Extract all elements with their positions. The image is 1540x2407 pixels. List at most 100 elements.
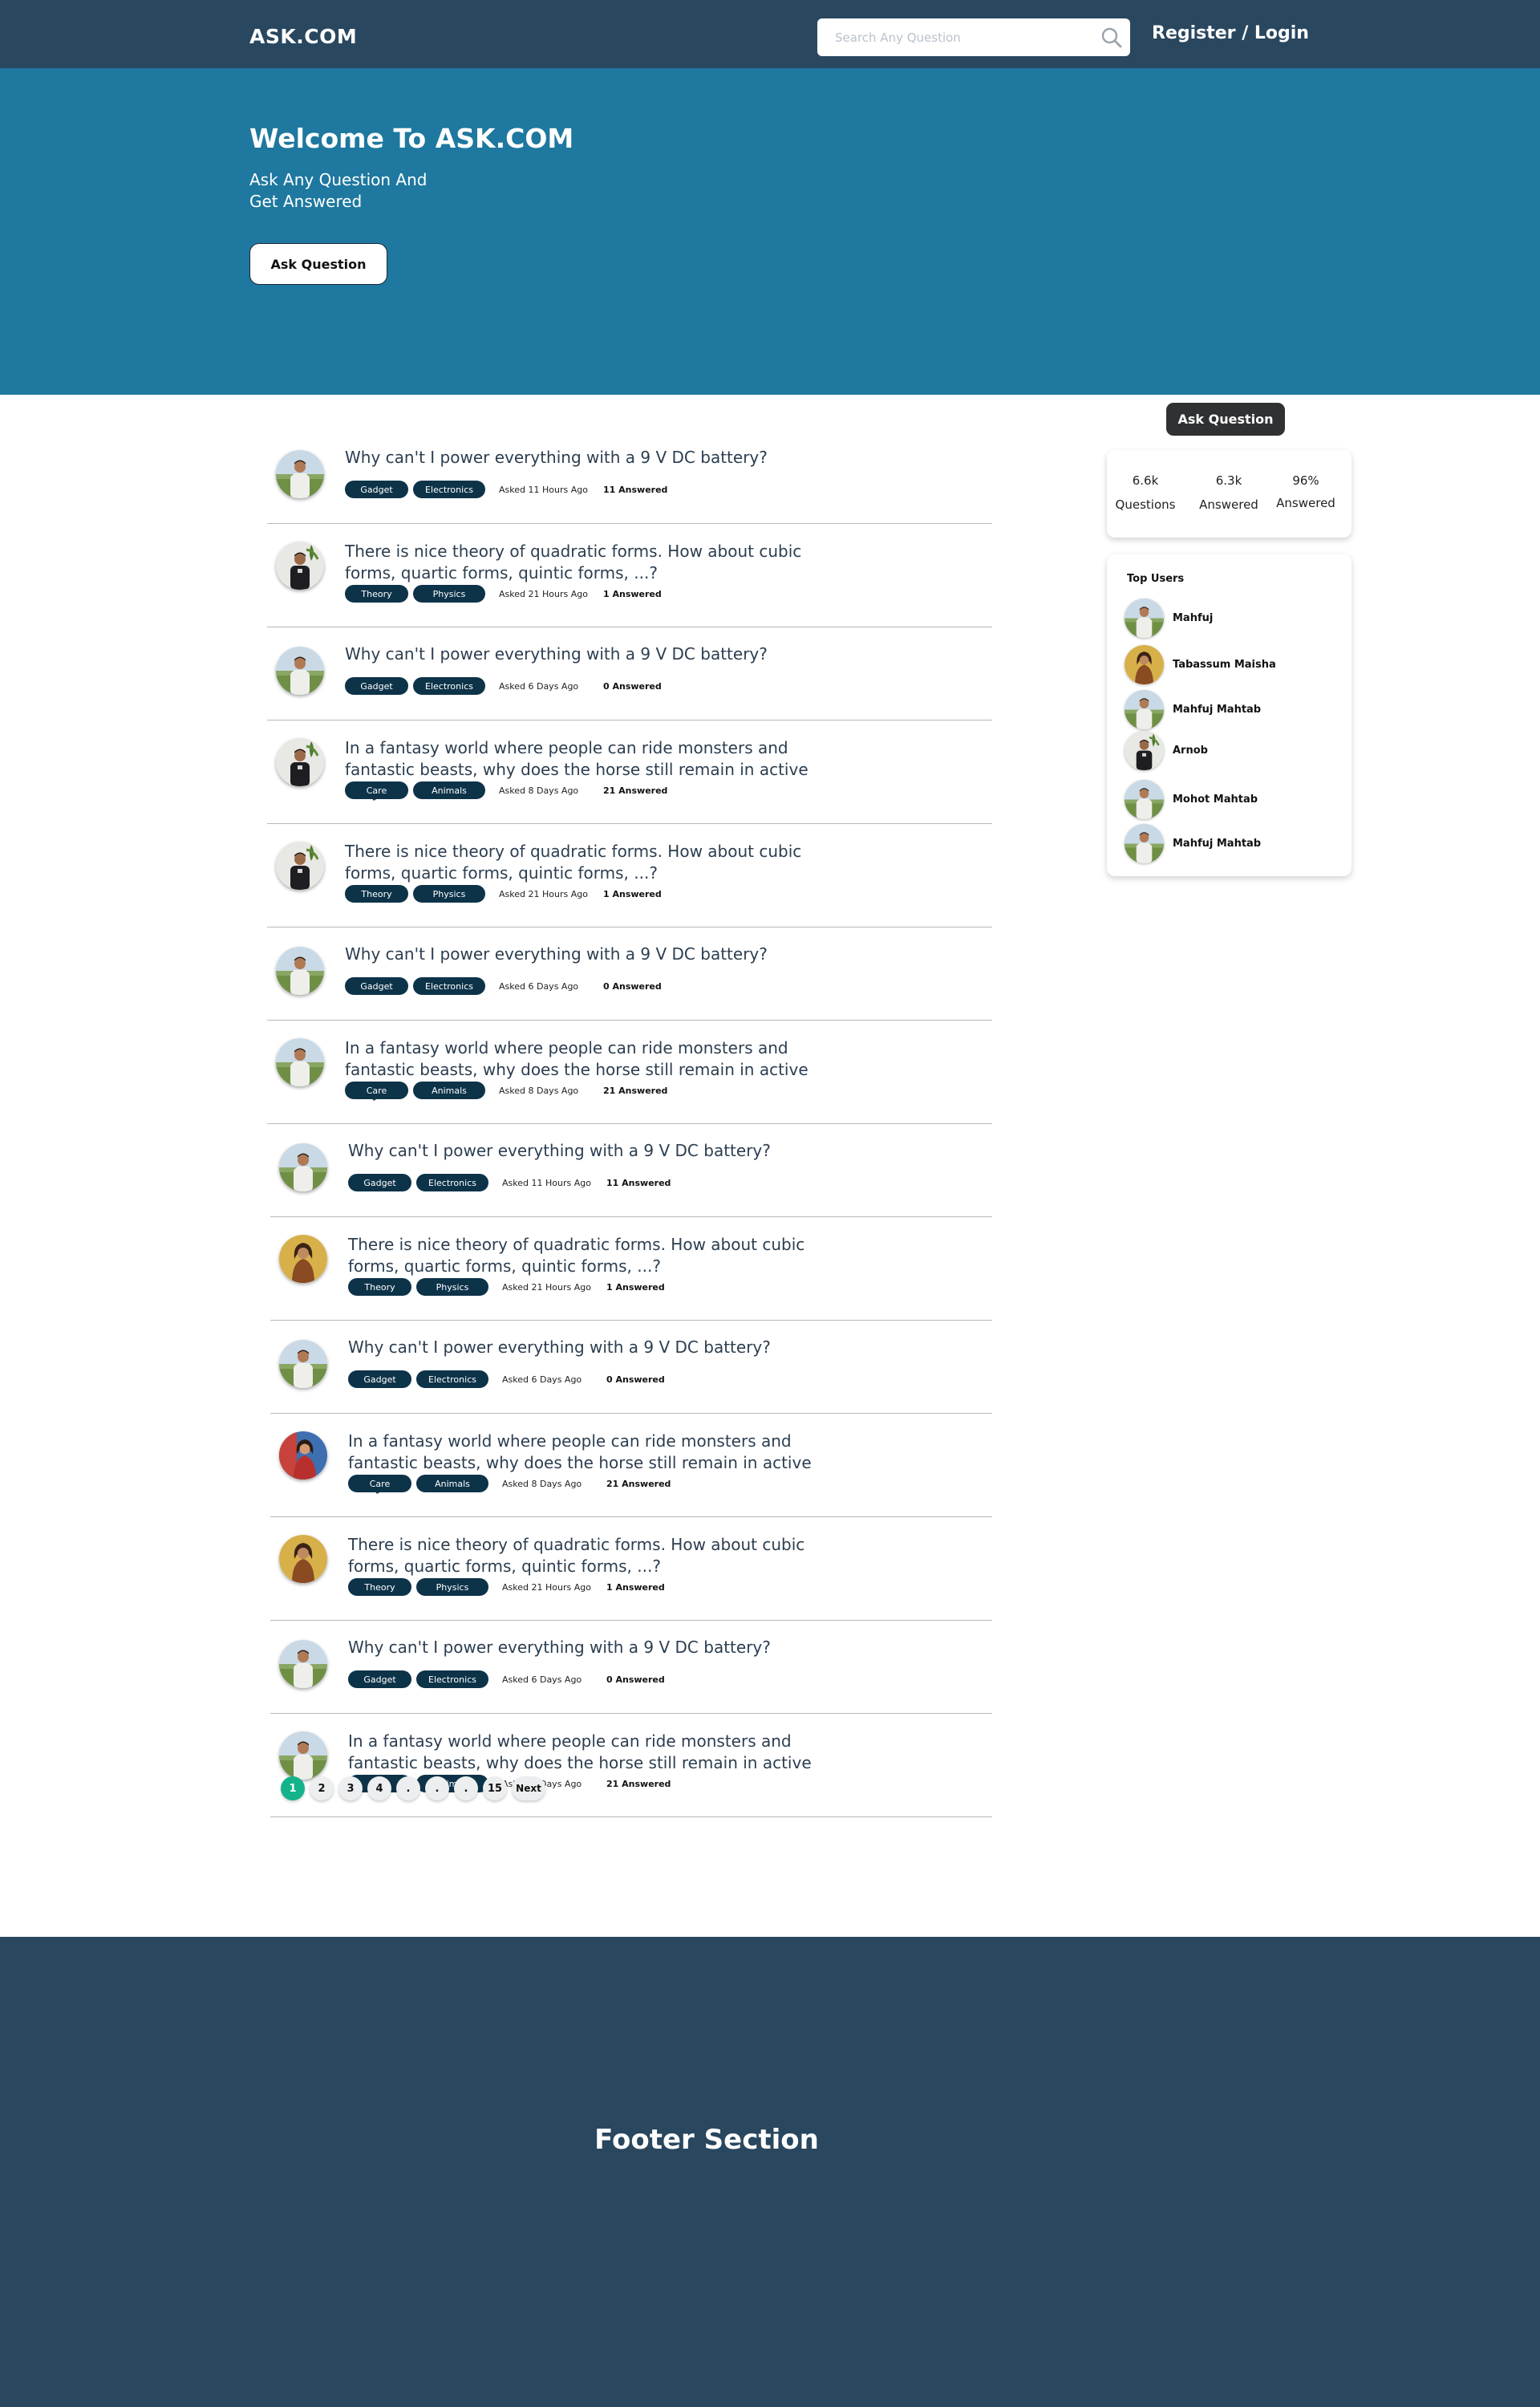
question-author-avatar[interactable] [276,450,324,498]
question-meta: Theory Physics Asked 21 Hours Ago 1 Answere… [348,1278,665,1296]
question-tag[interactable]: Theory [348,1278,411,1296]
question-tag[interactable]: Theory [348,1578,411,1596]
question-tag[interactable]: Care [345,781,408,799]
top-user-avatar[interactable] [1125,690,1164,729]
top-user-item[interactable]: Mahfuj [1125,599,1213,638]
navbar: ASK.COM Register / Login [0,0,1540,68]
question-meta: Gadget Electronics Asked 6 Days Ago 0 Answe… [348,1670,665,1688]
question-meta: Care Animals Asked 8 Days Ago 21 Answered [348,1475,671,1492]
question-item: Why can't I power everything with a 9 V … [270,1621,992,1714]
top-user-avatar[interactable] [1125,731,1164,770]
question-author-avatar[interactable] [276,647,324,695]
top-user-avatar[interactable] [1125,824,1164,863]
question-tag[interactable]: Gadget [345,677,408,695]
question-title[interactable]: Why can't I power everything with a 9 V … [345,447,842,469]
question-asked-time: Asked 8 Days Ago [502,1478,582,1489]
question-tag[interactable]: Electronics [416,1670,488,1688]
search-icon[interactable] [1100,26,1124,50]
question-answer-count: 11 Answered [603,484,668,495]
question-author-avatar[interactable] [279,1731,327,1780]
top-user-name[interactable]: Mahfuj [1173,612,1213,624]
top-user-item[interactable]: Mohot Mahtab [1125,780,1258,819]
question-tag[interactable]: Physics [416,1578,488,1596]
question-title[interactable]: Why can't I power everything with a 9 V … [348,1140,845,1162]
question-author-avatar[interactable] [279,1143,327,1191]
top-user-avatar[interactable] [1125,645,1164,684]
question-tag[interactable]: Animals [413,1082,485,1099]
question-asked-time: Asked 11 Hours Ago [499,484,588,495]
question-title[interactable]: There is nice theory of quadratic forms.… [348,1534,845,1577]
question-tag[interactable]: Gadget [348,1370,411,1388]
top-user-name[interactable]: Mohot Mahtab [1173,794,1258,806]
pagination-page-button[interactable]: 15 [483,1776,507,1800]
top-user-item[interactable]: Arnob [1125,731,1208,770]
question-asked-time: Asked 6 Days Ago [502,1374,582,1385]
question-tag[interactable]: Care [348,1475,411,1492]
question-author-avatar[interactable] [276,947,324,995]
top-user-avatar[interactable] [1125,599,1164,638]
question-tag[interactable]: Electronics [416,1174,488,1191]
pagination-next-button[interactable]: Next [512,1776,545,1800]
question-answer-count: 21 Answered [603,785,668,796]
question-title[interactable]: Why can't I power everything with a 9 V … [348,1337,845,1358]
site-logo[interactable]: ASK.COM [249,25,357,48]
question-title[interactable]: There is nice theory of quadratic forms.… [348,1234,845,1277]
top-user-avatar[interactable] [1125,780,1164,819]
pagination-page-button[interactable]: . [425,1776,449,1800]
question-author-avatar[interactable] [279,1535,327,1583]
hero-ask-question-button[interactable]: Ask Question [249,243,387,285]
register-login-link[interactable]: Register / Login [1152,23,1309,43]
question-item: There is nice theory of quadratic forms.… [270,1517,992,1621]
footer: Footer Section [0,1937,1540,2407]
top-user-item[interactable]: Mahfuj Mahtab [1125,824,1261,863]
search-input[interactable] [817,18,1090,56]
question-tag[interactable]: Physics [413,585,485,603]
question-title[interactable]: There is nice theory of quadratic forms.… [345,541,842,584]
question-tag[interactable]: Gadget [348,1670,411,1688]
question-author-avatar[interactable] [279,1431,327,1480]
question-tag[interactable]: Animals [416,1475,488,1492]
top-user-item[interactable]: Mahfuj Mahtab [1125,690,1261,729]
top-user-name[interactable]: Arnob [1173,745,1208,757]
question-tag[interactable]: Physics [413,885,485,903]
question-tag[interactable]: Gadget [348,1174,411,1191]
top-user-name[interactable]: Mahfuj Mahtab [1173,704,1261,716]
question-title[interactable]: Why can't I power everything with a 9 V … [345,944,842,965]
question-author-avatar[interactable] [276,542,324,590]
top-user-item[interactable]: Tabassum Maisha [1125,645,1276,684]
top-user-name[interactable]: Mahfuj Mahtab [1173,838,1261,850]
question-author-avatar[interactable] [279,1340,327,1388]
question-answer-count: 0 Answered [606,1674,665,1685]
question-tag[interactable]: Electronics [413,481,485,498]
question-tag[interactable]: Electronics [413,977,485,995]
pagination-page-button[interactable]: 4 [367,1776,391,1800]
pagination-page-button[interactable]: 2 [310,1776,334,1800]
question-tag[interactable]: Theory [345,585,408,603]
question-answer-count: 11 Answered [606,1177,671,1188]
question-tag[interactable]: Electronics [413,677,485,695]
question-tag[interactable]: Gadget [345,977,408,995]
question-author-avatar[interactable] [279,1235,327,1283]
question-author-avatar[interactable] [276,842,324,890]
question-asked-time: Asked 8 Days Ago [499,785,579,796]
question-tag[interactable]: Care [345,1082,408,1099]
question-tag[interactable]: Animals [413,781,485,799]
pagination-page-button[interactable]: 1 [281,1776,305,1800]
question-tag[interactable]: Physics [416,1278,488,1296]
question-title[interactable]: Why can't I power everything with a 9 V … [348,1637,845,1658]
pagination-page-button[interactable]: . [454,1776,478,1800]
question-author-avatar[interactable] [276,738,324,786]
sidebar-ask-question-button[interactable]: Ask Question [1166,403,1285,436]
question-author-avatar[interactable] [279,1640,327,1688]
question-meta: Theory Physics Asked 21 Hours Ago 1 Answere… [348,1578,665,1596]
question-meta: Gadget Electronics Asked 11 Hours Ago 11 An… [345,481,667,498]
question-tag[interactable]: Gadget [345,481,408,498]
pagination-page-button[interactable]: 3 [338,1776,363,1800]
question-tag[interactable]: Theory [345,885,408,903]
pagination-page-button[interactable]: . [396,1776,420,1800]
top-user-name[interactable]: Tabassum Maisha [1173,659,1276,671]
question-author-avatar[interactable] [276,1038,324,1086]
question-title[interactable]: There is nice theory of quadratic forms.… [345,841,842,884]
question-title[interactable]: Why can't I power everything with a 9 V … [345,643,842,665]
question-tag[interactable]: Electronics [416,1370,488,1388]
